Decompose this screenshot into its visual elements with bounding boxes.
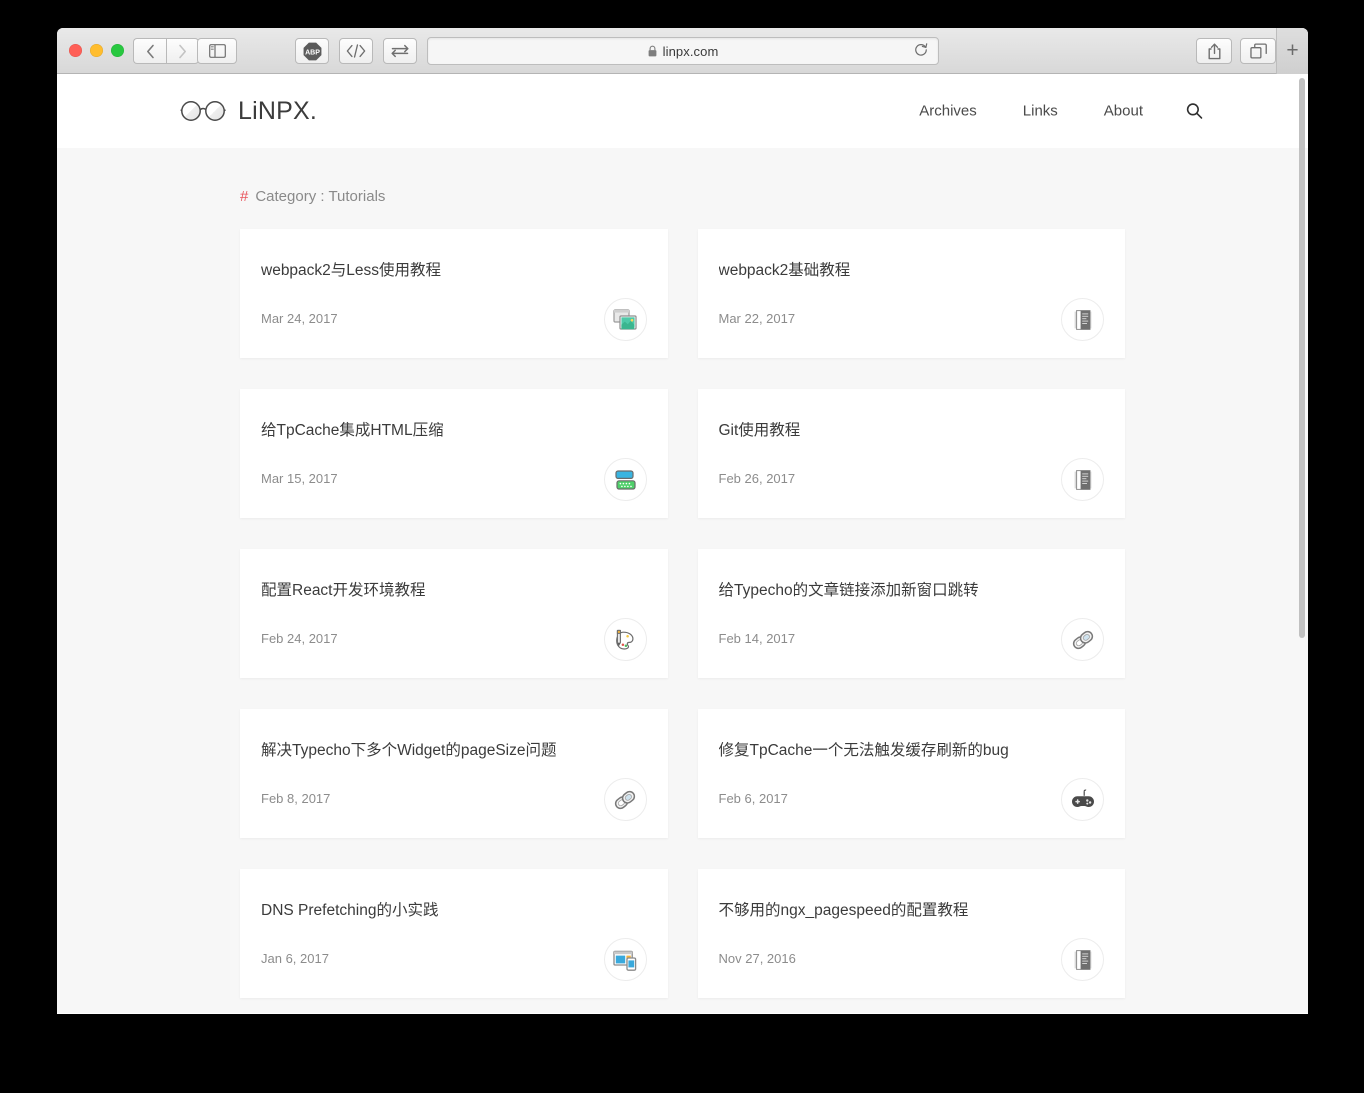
code-icon — [346, 44, 366, 58]
post-icon-badge[interactable] — [603, 298, 647, 341]
post-date: Feb 8, 2017 — [261, 791, 331, 806]
category-heading: # Category : Tutorials — [240, 188, 1308, 205]
post-card[interactable]: DNS Prefetching的小实践 Jan 6, 2017 — [240, 869, 668, 998]
post-card[interactable]: 不够用的ngx_pagespeed的配置教程 Nov 27, 2016 — [697, 869, 1125, 998]
adblock-button[interactable]: ABP — [295, 38, 329, 64]
post-icon-badge[interactable] — [1061, 298, 1104, 341]
post-card[interactable]: 配置React开发环境教程 Feb 24, 2017 — [240, 549, 668, 678]
tabs-overview-icon — [1249, 43, 1267, 59]
category-label: Category : Tutorials — [255, 188, 386, 205]
navigation-buttons — [133, 38, 199, 64]
chain-link-icon — [1072, 630, 1093, 649]
url-text: linpx.com — [662, 43, 719, 59]
search-button[interactable] — [1166, 103, 1203, 120]
post-date: Jan 6, 2017 — [261, 951, 329, 966]
post-icon-badge[interactable] — [1061, 618, 1104, 661]
post-card[interactable]: 解决Typecho下多个Widget的pageSize问题 Feb 8, 201… — [240, 709, 668, 838]
sidebar-icon — [208, 44, 226, 58]
back-button[interactable] — [133, 38, 166, 64]
post-title: DNS Prefetching的小实践 — [261, 902, 439, 919]
post-card[interactable]: 给TpCache集成HTML压缩 Mar 15, 2017 — [240, 389, 668, 518]
post-title: 修复TpCache一个无法触发缓存刷新的bug — [718, 742, 1009, 759]
chain-link-icon — [614, 790, 636, 809]
post-icon-badge[interactable] — [1061, 938, 1104, 981]
post-title: 给TpCache集成HTML压缩 — [261, 422, 444, 439]
web-page: LiNPX. Archives Links About # Category :… — [57, 74, 1308, 1013]
post-icon-badge[interactable] — [1061, 458, 1104, 501]
search-icon — [1186, 103, 1203, 119]
glasses-logo-icon — [180, 101, 226, 121]
post-title: 配置React开发环境教程 — [261, 582, 426, 599]
document-text-icon — [1074, 949, 1091, 970]
site-brand-text: LiNPX. — [238, 96, 318, 125]
post-card[interactable]: webpack2基础教程 Mar 22, 2017 — [697, 229, 1125, 358]
post-icon-badge[interactable] — [603, 618, 647, 661]
page-content: # Category : Tutorials webpack2与Less使用教程… — [57, 148, 1308, 998]
post-title: 给Typecho的文章链接添加新窗口跳转 — [718, 582, 979, 599]
site-header: LiNPX. Archives Links About — [57, 74, 1308, 148]
scrollbar-thumb[interactable] — [1299, 78, 1305, 638]
site-navigation: Archives Links About — [896, 103, 1203, 120]
share-icon — [1208, 43, 1220, 59]
post-icon-badge[interactable] — [603, 938, 647, 981]
address-bar-content: linpx.com — [648, 44, 719, 59]
database-server-icon — [614, 469, 636, 490]
post-icon-badge[interactable] — [603, 458, 647, 501]
paint-palette-icon — [616, 629, 634, 650]
minimize-window-button[interactable] — [90, 44, 103, 57]
reload-button[interactable] — [914, 43, 928, 60]
post-icon-badge[interactable] — [1061, 778, 1104, 821]
post-date: Mar 22, 2017 — [718, 311, 796, 326]
post-card-grid: webpack2与Less使用教程 Mar 24, 2017 webpack2基… — [240, 229, 1125, 998]
category-hash: # — [240, 188, 249, 205]
browser-toolbar: ABP linpx.com + — [57, 28, 1308, 74]
page-scrollbar[interactable] — [1297, 74, 1308, 1013]
abp-label: ABP — [305, 49, 320, 56]
post-card[interactable]: Git使用教程 Feb 26, 2017 — [697, 389, 1125, 518]
game-controller-icon — [1071, 789, 1094, 807]
post-card[interactable]: 修复TpCache一个无法触发缓存刷新的bug Feb 6, 2017 — [697, 709, 1125, 838]
post-card[interactable]: webpack2与Less使用教程 Mar 24, 2017 — [240, 229, 668, 358]
developer-tools-button[interactable] — [339, 38, 373, 64]
post-title: Git使用教程 — [718, 422, 801, 439]
post-date: Feb 14, 2017 — [718, 631, 796, 646]
sync-arrows-icon — [391, 44, 409, 58]
browser-window: ABP linpx.com + LiNPX. Archives Links Ab… — [57, 28, 1308, 1014]
post-title: 解决Typecho下多个Widget的pageSize问题 — [261, 742, 557, 759]
new-tab-button[interactable]: + — [1276, 28, 1308, 74]
post-title: webpack2与Less使用教程 — [261, 262, 442, 279]
forward-button[interactable] — [166, 38, 199, 64]
document-text-icon — [1074, 469, 1091, 490]
nav-item-archives[interactable]: Archives — [896, 103, 1000, 120]
maximize-window-button[interactable] — [111, 44, 124, 57]
post-date: Feb 24, 2017 — [261, 631, 338, 646]
post-date: Mar 24, 2017 — [261, 311, 338, 326]
post-date: Mar 15, 2017 — [261, 471, 338, 486]
share-button[interactable] — [1196, 38, 1232, 64]
show-all-tabs-button[interactable] — [1240, 38, 1276, 64]
sync-button[interactable] — [383, 38, 417, 64]
new-tab-label: + — [1286, 39, 1299, 62]
post-date: Feb 6, 2017 — [718, 791, 788, 806]
address-bar[interactable]: linpx.com — [427, 37, 939, 65]
post-date: Feb 26, 2017 — [718, 471, 796, 486]
responsive-devices-icon — [613, 950, 637, 971]
lock-icon — [648, 45, 656, 57]
reload-icon — [915, 43, 928, 56]
nav-item-links[interactable]: Links — [1000, 103, 1081, 120]
post-title: webpack2基础教程 — [718, 262, 851, 279]
close-window-button[interactable] — [69, 44, 82, 57]
post-title: 不够用的ngx_pagespeed的配置教程 — [718, 902, 969, 919]
site-brand[interactable]: LiNPX. — [180, 97, 317, 126]
sidebar-toggle-button[interactable] — [197, 38, 237, 64]
post-card[interactable]: 给Typecho的文章链接添加新窗口跳转 Feb 14, 2017 — [697, 549, 1125, 678]
window-controls — [69, 44, 124, 57]
document-text-icon — [1074, 309, 1091, 330]
post-icon-badge[interactable] — [603, 778, 647, 821]
abp-icon: ABP — [303, 42, 321, 60]
photos-stack-icon — [613, 309, 637, 330]
nav-item-about[interactable]: About — [1081, 103, 1166, 120]
post-date: Nov 27, 2016 — [718, 951, 796, 966]
